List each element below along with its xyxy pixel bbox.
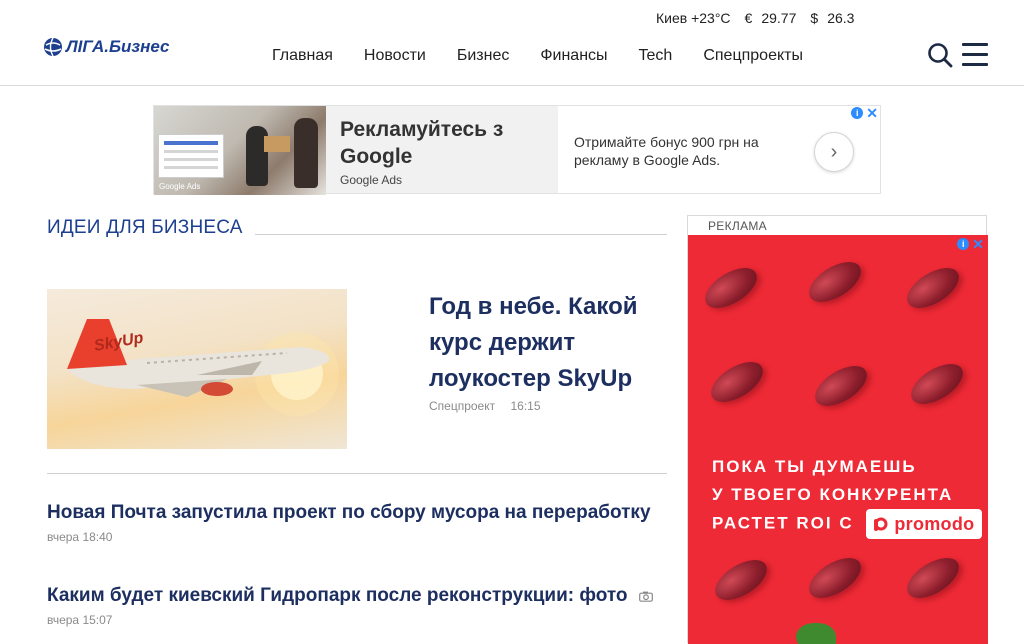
news-date: вчера 15:07 — [47, 613, 113, 627]
promo-text: ПОКА ТЫ ДУМАЕШЬ У ТВОЕГО КОНКУРЕНТА РАСТ… — [712, 453, 983, 539]
promodo-ad-banner[interactable]: ПОКА ТЫ ДУМАЕШЬ У ТВОЕГО КОНКУРЕНТА РАСТ… — [688, 235, 988, 644]
search-icon[interactable] — [926, 41, 954, 69]
adchoices-icon[interactable]: i ✕ — [850, 106, 878, 120]
news-title[interactable]: Новая Почта запустила проект по сбору му… — [47, 501, 677, 525]
google-ads-banner[interactable]: Google Ads Рекламуйтесь з Google Google … — [153, 105, 881, 195]
ad-image: Google Ads — [154, 106, 326, 195]
dollar-rate: 26.3 — [827, 10, 855, 26]
nav-item-business[interactable]: Бизнес — [457, 47, 510, 65]
leaf-decoration — [796, 623, 836, 644]
camera-icon — [638, 591, 653, 602]
news-date: вчера 18:40 — [47, 530, 113, 544]
featured-category[interactable]: Спецпроект — [429, 399, 495, 413]
side-advertisement[interactable]: РЕКЛАМА ПОКА ТЫ ДУМАЕШЬ У ТВОЕГО КОНКУРЕ… — [687, 215, 988, 644]
globe-logo-icon — [44, 37, 62, 57]
news-title[interactable]: Каким будет киевский Гидропарк после рек… — [47, 584, 677, 608]
featured-image[interactable]: SkyUp — [47, 289, 347, 449]
adchoices-icon[interactable]: i ✕ — [956, 237, 984, 251]
featured-title[interactable]: Год в небе. Какой курс держит лоукостер … — [429, 289, 659, 397]
euro-rate: 29.77 — [761, 10, 797, 26]
logo-text: ЛІГА.Бизнес — [66, 37, 170, 56]
top-info-bar: Киев +23°C € 29.77 $ 26.3 — [656, 10, 854, 26]
promo-line-2: У ТВОЕГО КОНКУРЕНТА — [712, 485, 954, 504]
nav-item-main[interactable]: Главная — [272, 47, 333, 65]
ad-description-panel: Отримайте бонус 900 грн на рекламу в Goo… — [558, 106, 880, 193]
main-nav: Главная Новости Бизнес Финансы Tech Спец… — [272, 47, 834, 65]
site-logo[interactable]: ЛІГА.Бизнес — [42, 32, 169, 62]
featured-meta: Спецпроект 16:15 — [429, 399, 541, 413]
nav-item-specprojects[interactable]: Спецпроекты — [703, 47, 803, 65]
ad-label: РЕКЛАМА — [708, 219, 767, 233]
ad-brand: Google Ads — [340, 173, 403, 187]
section-title[interactable]: ИДЕИ ДЛЯ БИЗНЕСА — [47, 217, 243, 239]
nav-item-finance[interactable]: Финансы — [540, 47, 607, 65]
weather-text: Киев +23°C — [656, 10, 731, 26]
hamburger-menu-icon[interactable] — [962, 43, 988, 66]
list-item[interactable]: Каким будет киевский Гидропарк после рек… — [47, 584, 677, 627]
airplane-illustration: SkyUp — [67, 319, 339, 416]
ad-image-label: Google Ads — [159, 182, 201, 191]
promodo-logo: promodo — [866, 509, 983, 539]
nav-item-news[interactable]: Новости — [364, 47, 426, 65]
euro-symbol: € — [744, 10, 753, 26]
promodo-logo-icon — [874, 517, 888, 531]
promo-line-3: РАСТЕТ ROI С promodo — [712, 509, 983, 539]
promo-line-1: ПОКА ТЫ ДУМАЕШЬ — [712, 457, 917, 476]
chevron-right-icon[interactable]: › — [814, 132, 854, 172]
ad-headline[interactable]: Рекламуйтесь з Google — [340, 116, 540, 170]
featured-time: 16:15 — [510, 399, 541, 413]
list-item[interactable]: Новая Почта запустила проект по сбору му… — [47, 501, 677, 544]
article-divider — [47, 473, 667, 474]
nav-item-tech[interactable]: Tech — [639, 47, 673, 65]
dollar-symbol: $ — [810, 10, 819, 26]
site-header: ЛІГА.Бизнес Киев +23°C € 29.77 $ 26.3 Гл… — [0, 0, 1024, 86]
section-divider — [255, 234, 667, 235]
ad-description: Отримайте бонус 900 грн на рекламу в Goo… — [574, 134, 759, 168]
